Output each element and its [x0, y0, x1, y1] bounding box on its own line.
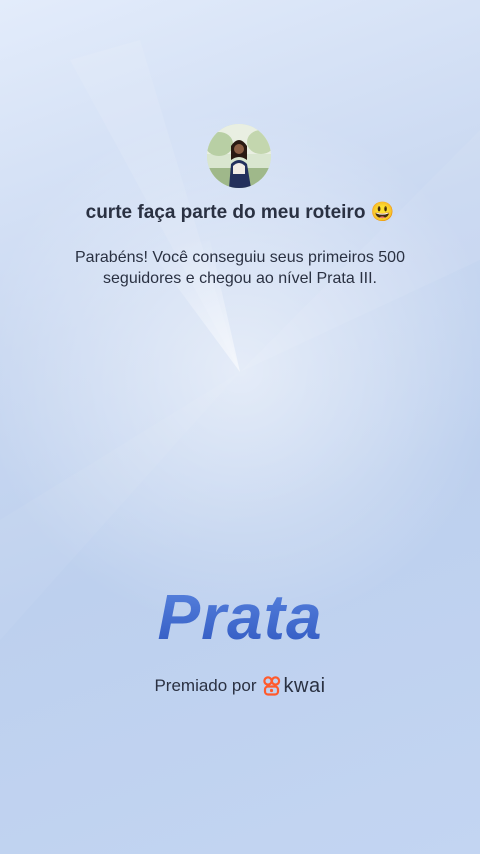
awarded-by-row: Premiado por kwai [0, 674, 480, 698]
achievement-message: Parabéns! Você conseguiu seus primeiros … [75, 249, 405, 287]
kwai-brand-logo: kwai [262, 674, 326, 698]
profile-avatar[interactable] [207, 124, 271, 188]
kwai-brand-name: kwai [283, 674, 326, 697]
user-avatar-photo-icon [207, 124, 271, 188]
awarded-by-label: Premiado por [154, 676, 257, 695]
kwai-logo-icon [262, 676, 280, 696]
level-title: Prata [0, 580, 480, 654]
profile-username: curte faça parte do meu roteiro 😃 [85, 202, 395, 223]
